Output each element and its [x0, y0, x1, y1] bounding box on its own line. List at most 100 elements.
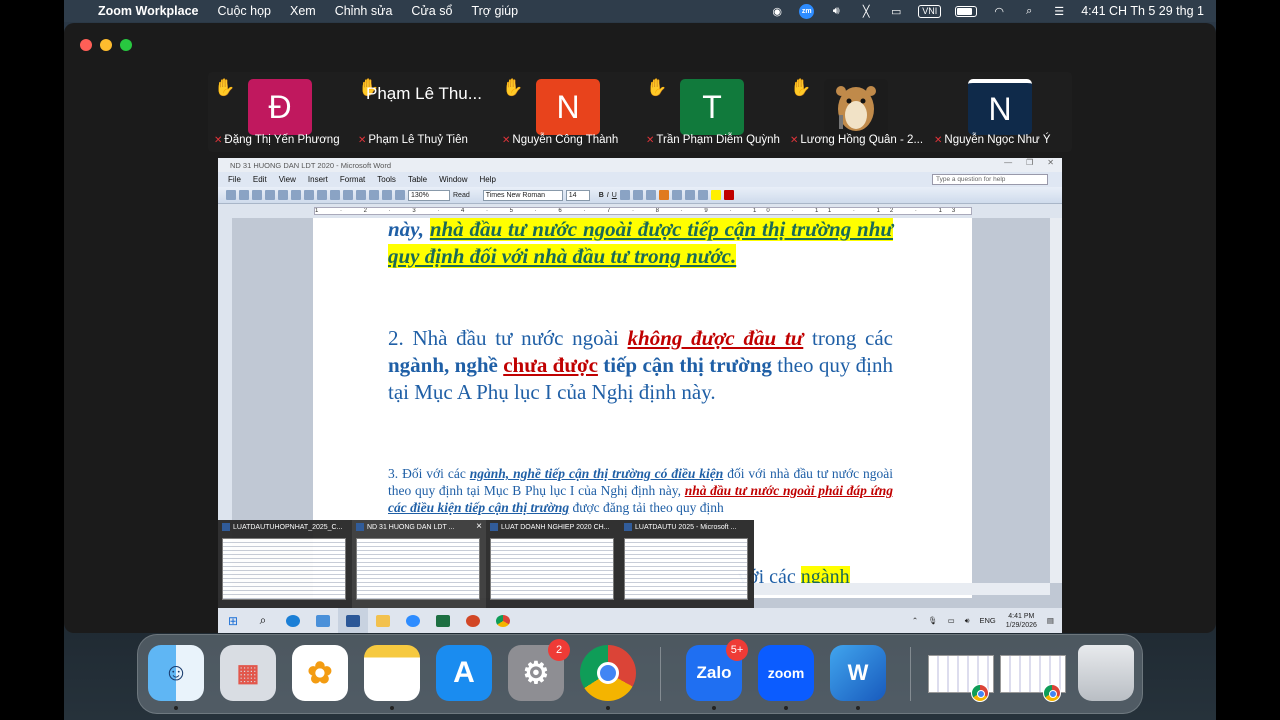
taskbar-zoom[interactable] — [398, 608, 428, 633]
taskbar-word[interactable] — [338, 608, 368, 633]
search-button[interactable]: ⌕ — [248, 608, 278, 633]
menu-meeting[interactable]: Cuộc họp — [217, 4, 271, 18]
tray-mic-icon[interactable]: 🎙︎ — [928, 616, 938, 625]
horizontal-scrollbar[interactable] — [753, 583, 1050, 595]
participant-tile[interactable]: ✋ Phạm Lê Thu... ✕ Phạm Lê Thuỷ Tiên — [352, 72, 496, 152]
participant-tile[interactable]: ✋ Đ ✕ Đặng Thị Yến Phương — [208, 72, 352, 152]
tray-network-icon[interactable]: ▭ — [948, 616, 955, 625]
indent-icon[interactable] — [697, 190, 708, 200]
taskbar-clock[interactable]: 4:41 PM 1/29/2026 — [1006, 612, 1037, 630]
volume-icon[interactable]: 🔊︎ — [828, 4, 844, 18]
font-select[interactable]: Times New Roman — [482, 189, 563, 201]
word-menu-format[interactable]: Format — [340, 175, 365, 184]
word-menu-window[interactable]: Window — [439, 175, 467, 184]
read-button[interactable]: Read — [453, 192, 470, 199]
align-right-icon[interactable] — [645, 190, 656, 200]
display-icon[interactable]: ▭ — [888, 4, 904, 18]
cut-icon[interactable] — [304, 190, 314, 200]
font-color-icon[interactable] — [723, 190, 734, 200]
taskbar-explorer[interactable] — [368, 608, 398, 633]
input-method-indicator[interactable]: VNI — [918, 4, 942, 18]
zalo-icon[interactable]: Zalo 5+ — [686, 639, 748, 701]
minimized-chrome-window[interactable] — [1000, 655, 1066, 702]
launchpad-icon[interactable]: ▦ — [220, 645, 276, 701]
justify-icon[interactable] — [658, 190, 669, 200]
notification-icon[interactable]: ▤ — [1047, 616, 1054, 625]
control-center-icon[interactable]: ☰ — [1051, 4, 1067, 18]
thumbnail-window[interactable]: ND 31 HUONG DAN LDT ... × — [352, 520, 486, 608]
minimize-window-button[interactable] — [100, 39, 112, 51]
participant-tile[interactable]: ✋ ✕ Lương Hồng Quân - 2... — [784, 72, 928, 152]
fullscreen-window-button[interactable] — [120, 39, 132, 51]
menu-window[interactable]: Cửa sổ — [411, 4, 452, 18]
battery-icon[interactable] — [955, 5, 978, 17]
preview-icon[interactable] — [278, 190, 288, 200]
hyperlink-icon[interactable] — [369, 190, 379, 200]
align-left-icon[interactable] — [619, 190, 630, 200]
zoom-icon[interactable]: zoom — [758, 645, 814, 701]
new-doc-icon[interactable] — [226, 190, 236, 200]
restore-icon[interactable]: ❐ — [1026, 158, 1033, 167]
menu-bar-clock[interactable]: 4:41 CH Th 5 29 thg 1 — [1081, 4, 1204, 18]
word-menu-tools[interactable]: Tools — [377, 175, 396, 184]
language-indicator[interactable]: ENG — [979, 616, 995, 625]
help-search-input[interactable]: Type a question for help — [932, 174, 1048, 185]
open-icon[interactable] — [239, 190, 249, 200]
menu-view[interactable]: Xem — [290, 4, 316, 18]
minimize-icon[interactable]: — — [1004, 158, 1012, 167]
taskbar-store[interactable] — [308, 608, 338, 633]
participant-tile[interactable]: ✋ N ✕ Nguyễn Công Thành — [496, 72, 640, 152]
tray-volume-icon[interactable]: 🔊︎ — [965, 616, 970, 626]
font-size-select[interactable]: 14 — [565, 189, 590, 201]
wifi-icon[interactable]: ◠ — [991, 4, 1007, 18]
columns-icon[interactable] — [395, 190, 405, 200]
thumbnail-window[interactable]: LUAT DOANH NGHIEP 2020 CH... — [486, 520, 620, 608]
undo-icon[interactable] — [343, 190, 353, 200]
bold-button[interactable]: B — [599, 192, 604, 199]
thumbnail-window[interactable]: LUATDAUTU 2025 - Microsoft ... — [620, 520, 754, 608]
menu-edit[interactable]: Chỉnh sửa — [335, 4, 393, 18]
photos-icon[interactable]: ✿ — [292, 645, 348, 701]
zoom-select[interactable]: 130% — [408, 189, 450, 201]
numbering-icon[interactable] — [671, 190, 682, 200]
app-store-icon[interactable]: A — [436, 645, 492, 701]
word-menu-edit[interactable]: Edit — [253, 175, 267, 184]
mic-off-icon[interactable]: ╳ — [858, 4, 874, 18]
paste-icon[interactable] — [330, 190, 340, 200]
word-icon[interactable]: W — [830, 645, 886, 701]
print-icon[interactable] — [265, 190, 275, 200]
chrome-icon[interactable] — [580, 645, 636, 701]
table-icon[interactable] — [382, 190, 392, 200]
participant-tile[interactable]: ✋ T ✕ Trần Phạm Diễm Quỳnh — [640, 72, 784, 152]
zoom-status-icon[interactable]: zm — [799, 3, 815, 19]
minimized-chrome-window[interactable] — [928, 655, 994, 702]
save-icon[interactable] — [252, 190, 262, 200]
word-menu-table[interactable]: Table — [408, 175, 427, 184]
menu-app-name[interactable]: Zoom Workplace — [98, 4, 198, 18]
redo-icon[interactable] — [356, 190, 366, 200]
vertical-scrollbar[interactable] — [1050, 218, 1062, 583]
copy-icon[interactable] — [317, 190, 327, 200]
trash-icon[interactable] — [1078, 645, 1134, 701]
spelling-icon[interactable] — [291, 190, 301, 200]
notes-icon[interactable] — [364, 645, 420, 701]
italic-button[interactable]: I — [607, 192, 609, 199]
underline-button[interactable]: U — [612, 192, 617, 199]
align-center-icon[interactable] — [632, 190, 643, 200]
thumbnail-window[interactable]: LUATDAUTUHOPNHAT_2025_C... — [218, 520, 352, 608]
spotlight-search-icon[interactable]: ⌕ — [1021, 4, 1037, 18]
thumbnail-close-button[interactable]: × — [476, 521, 482, 532]
bullets-icon[interactable] — [684, 190, 695, 200]
taskbar-powerpoint[interactable] — [458, 608, 488, 633]
word-menu-insert[interactable]: Insert — [308, 175, 328, 184]
highlight-icon[interactable] — [710, 190, 721, 200]
record-icon[interactable]: ◉ — [769, 4, 785, 18]
taskbar-chrome[interactable] — [488, 608, 518, 633]
finder-icon[interactable]: ☺ — [148, 645, 204, 701]
taskbar-excel[interactable] — [428, 608, 458, 633]
system-settings-icon[interactable]: ⚙ 2 — [508, 639, 570, 701]
word-menu-help[interactable]: Help — [480, 175, 496, 184]
word-menu-file[interactable]: File — [228, 175, 241, 184]
menu-help[interactable]: Trợ giúp — [471, 4, 518, 18]
taskbar-edge[interactable] — [278, 608, 308, 633]
